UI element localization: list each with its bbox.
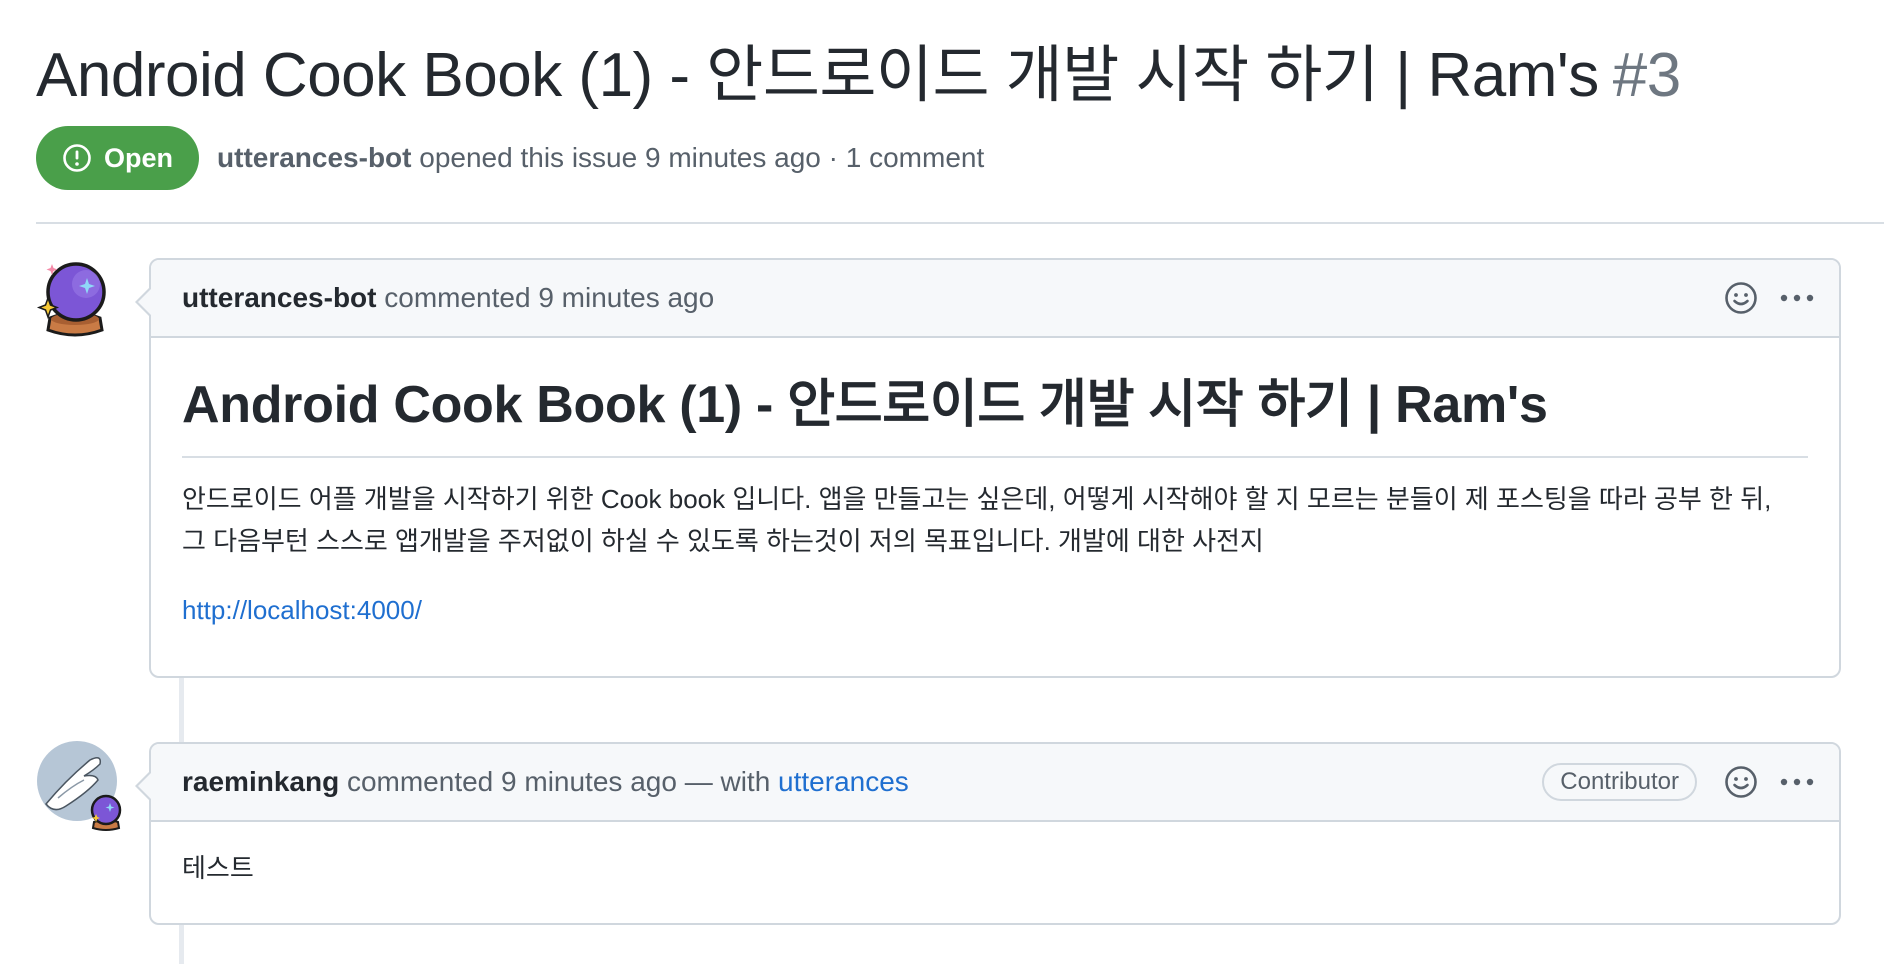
comment-box: utterances-bot commented 9 minutes ago A…: [135, 258, 1841, 678]
comment-body-link[interactable]: http://localhost:4000/: [182, 590, 422, 630]
comment-header: raeminkang commented 9 minutes ago — wit…: [151, 744, 1839, 822]
issue-page: Android Cook Book (1) - 안드로이드 개발 시작 하기 |…: [0, 0, 1884, 964]
issue-meta: Open utterances-bot opened this issue 9 …: [36, 126, 984, 190]
more-options-button[interactable]: [1775, 276, 1819, 320]
paragraph-line: 그 다음부턴 스스로 앱개발을 주저없이 하실 수 있도록 하는것이 저의 목표…: [182, 526, 1264, 556]
issue-open-icon: [63, 144, 91, 172]
comment-header-text: utterances-bot commented 9 minutes ago: [182, 282, 1719, 314]
issue-title-text: Android Cook Book (1) - 안드로이드 개발 시작 하기 |…: [36, 41, 1599, 110]
comment-body-text: 테스트: [182, 853, 254, 883]
kebab-horizontal-icon: [1780, 294, 1814, 302]
add-reaction-button[interactable]: [1719, 760, 1763, 804]
issue-author-link[interactable]: utterances-bot: [217, 142, 411, 173]
user-avatar-with-crystal-ball-icon: [37, 741, 122, 831]
comment-body-paragraph: 안드로이드 어플 개발을 시작하기 위한 Cook book 입니다. 앱을 만…: [182, 478, 1808, 562]
smiley-icon: [1725, 282, 1757, 314]
timeline-line: [179, 676, 184, 742]
comment-avatar[interactable]: [36, 740, 128, 832]
paragraph-line: 안드로이드 어플 개발을 시작하기 위한 Cook book 입니다. 앱을 만…: [182, 484, 1772, 514]
issue-title: Android Cook Book (1) - 안드로이드 개발 시작 하기 |…: [36, 34, 1681, 118]
crystal-ball-icon: [36, 262, 106, 337]
issue-meta-text: utterances-bot opened this issue 9 minut…: [217, 142, 984, 174]
timeline-line: [179, 924, 184, 964]
comment-avatar[interactable]: [36, 258, 114, 337]
utterances-link[interactable]: utterances: [778, 766, 909, 797]
kebab-horizontal-icon: [1780, 778, 1814, 786]
smiley-icon: [1725, 766, 1757, 798]
header-divider: [36, 222, 1884, 224]
comment-body: Android Cook Book (1) - 안드로이드 개발 시작 하기 |…: [151, 338, 1839, 660]
comment-action-text: commented 9 minutes ago: [376, 282, 715, 313]
issue-number[interactable]: #3: [1613, 41, 1681, 110]
state-label: Open: [104, 142, 174, 173]
comment-action-text: commented 9 minutes ago — with: [339, 766, 779, 797]
more-options-button[interactable]: [1775, 760, 1819, 804]
comment-box: raeminkang commented 9 minutes ago — wit…: [135, 742, 1841, 925]
contributor-badge: Contributor: [1542, 763, 1697, 801]
comment-author-link[interactable]: raeminkang: [182, 766, 339, 797]
issue-meta-suffix: opened this issue 9 minutes ago · 1 comm…: [411, 142, 985, 173]
add-reaction-button[interactable]: [1719, 276, 1763, 320]
comment-author-link[interactable]: utterances-bot: [182, 282, 376, 313]
state-badge: Open: [36, 126, 200, 190]
comment-body: 테스트: [151, 822, 1839, 918]
comment-body-heading: Android Cook Book (1) - 안드로이드 개발 시작 하기 |…: [182, 372, 1808, 458]
comment-header-text: raeminkang commented 9 minutes ago — wit…: [182, 766, 1542, 798]
comment-header: utterances-bot commented 9 minutes ago: [151, 260, 1839, 338]
